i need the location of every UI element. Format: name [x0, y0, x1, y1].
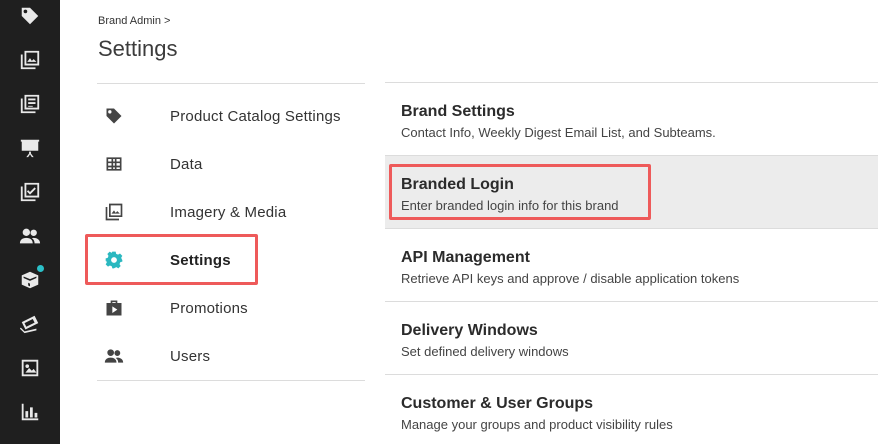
- settings-row-brand-settings[interactable]: Brand Settings Contact Info, Weekly Dige…: [385, 82, 878, 155]
- gear-icon: [103, 249, 125, 271]
- nav-item-label: Product Catalog Settings: [170, 107, 341, 125]
- row-subtitle: Manage your groups and product visibilit…: [401, 417, 673, 432]
- nav-item-label: Data: [170, 155, 203, 173]
- promo-ticket-icon[interactable]: [0, 302, 60, 346]
- nav-item-imagery-media[interactable]: Imagery & Media: [97, 188, 365, 236]
- nav-item-label: Promotions: [170, 299, 248, 317]
- tag-icon: [103, 105, 125, 127]
- settings-nav: Product Catalog Settings Data Imagery & …: [97, 83, 365, 381]
- users-icon[interactable]: [0, 214, 60, 258]
- nav-item-product-catalog-settings[interactable]: Product Catalog Settings: [97, 92, 365, 140]
- nav-item-label: Imagery & Media: [170, 203, 287, 221]
- row-title: API Management: [401, 249, 530, 266]
- nav-item-label: Settings: [170, 251, 231, 269]
- settings-row-api-management[interactable]: API Management Retrieve API keys and app…: [385, 228, 878, 301]
- row-subtitle: Retrieve API keys and approve / disable …: [401, 271, 740, 286]
- app-rail: [0, 0, 60, 444]
- row-subtitle: Enter branded login info for this brand: [401, 198, 619, 213]
- settings-row-delivery-windows[interactable]: Delivery Windows Set defined delivery wi…: [385, 301, 878, 374]
- users-icon: [103, 345, 125, 367]
- row-subtitle: Contact Info, Weekly Digest Email List, …: [401, 125, 716, 140]
- gallery-icon[interactable]: [0, 38, 60, 82]
- nav-item-data[interactable]: Data: [97, 140, 365, 188]
- nav-item-label: Users: [170, 347, 211, 365]
- breadcrumb[interactable]: Brand Admin >: [98, 15, 170, 27]
- nav-item-settings[interactable]: Settings: [97, 236, 365, 284]
- settings-row-customer-user-groups[interactable]: Customer & User Groups Manage your group…: [385, 374, 878, 444]
- row-title: Delivery Windows: [401, 322, 538, 339]
- row-subtitle: Set defined delivery windows: [401, 344, 569, 359]
- row-title: Customer & User Groups: [401, 395, 594, 412]
- nav-item-promotions[interactable]: Promotions: [97, 284, 365, 332]
- bar-chart-icon[interactable]: [0, 390, 60, 434]
- nav-item-users[interactable]: Users: [97, 332, 365, 380]
- notification-dot: [37, 265, 44, 272]
- play-bag-icon: [103, 297, 125, 319]
- settings-row-branded-login[interactable]: Branded Login Enter branded login info f…: [385, 155, 878, 228]
- table-icon: [103, 153, 125, 175]
- tag-icon[interactable]: [0, 0, 60, 38]
- row-title: Branded Login: [401, 176, 514, 193]
- presentation-icon[interactable]: [0, 126, 60, 170]
- checklist-icon[interactable]: [0, 170, 60, 214]
- image-icon: [103, 201, 125, 223]
- box-icon[interactable]: [0, 258, 60, 302]
- catalog-icon[interactable]: [0, 82, 60, 126]
- row-title: Brand Settings: [401, 103, 515, 120]
- image-icon[interactable]: [0, 346, 60, 390]
- page-title: Settings: [98, 36, 178, 61]
